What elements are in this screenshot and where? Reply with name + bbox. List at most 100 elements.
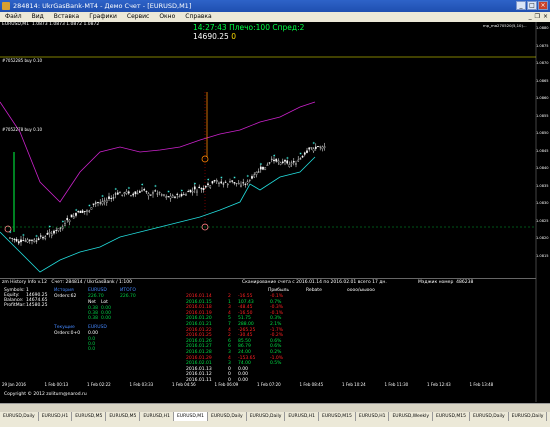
chart-tab[interactable]: EURUSD,M5 bbox=[72, 412, 107, 421]
candle-body bbox=[112, 197, 115, 199]
candle-body bbox=[259, 166, 262, 170]
time-tick: 29 Jan 2016 bbox=[2, 382, 26, 387]
mdi-restore-icon[interactable]: ❐ bbox=[535, 12, 540, 22]
window-title: 284814: UkrGasBank-MT4 - Демо Счет - [EU… bbox=[13, 2, 192, 10]
candle-body bbox=[319, 146, 322, 148]
chart-tab[interactable]: EURUSD,Daily bbox=[0, 412, 39, 421]
daily-row-profit: -30.45 bbox=[238, 333, 253, 339]
candle-body bbox=[158, 191, 161, 193]
current-header: Текущие bbox=[54, 325, 75, 330]
menu-help[interactable]: Справка bbox=[180, 12, 216, 22]
horizontal-scrollbar[interactable] bbox=[0, 403, 550, 412]
chart-tab[interactable]: EURUSD,H1 bbox=[140, 412, 174, 421]
daily-row-date: 2016.01.21 bbox=[186, 322, 212, 327]
chart-tab[interactable]: EURUSD,Daily bbox=[247, 412, 286, 421]
copyright: Copyright © 2012 zoliturn@narod.ru bbox=[4, 392, 87, 397]
chart-tab[interactable]: EURUSD,Daily bbox=[509, 412, 548, 421]
candle-body bbox=[101, 201, 104, 205]
candle-body bbox=[72, 216, 75, 219]
price-axis: 1.0880 1.0875 1.0870 1.0865 1.0860 1.0855 1.08… bbox=[536, 22, 550, 402]
chart-tab[interactable]: EURUSD,M1 bbox=[173, 412, 209, 421]
candle-body bbox=[198, 186, 201, 189]
chart-tab[interactable]: EURUSD,Daily bbox=[208, 412, 247, 421]
candle-body bbox=[191, 191, 194, 193]
chart-tab[interactable]: EURUSD,M15 bbox=[433, 412, 470, 421]
close-button[interactable]: × bbox=[538, 1, 548, 10]
time-tick: 1 Feb 07:20 bbox=[257, 382, 281, 387]
candle-body bbox=[108, 196, 110, 199]
maximize-button[interactable]: □ bbox=[527, 1, 537, 10]
chart-tabs: EURUSD,Daily EURUSD,H1 EURUSD,M5 EURUSD,M5 E… bbox=[0, 412, 550, 421]
candle-body bbox=[66, 218, 69, 221]
chart-tab[interactable]: EURUSD,H1 bbox=[39, 412, 73, 421]
candle-body bbox=[314, 146, 317, 149]
candle-body bbox=[92, 203, 95, 205]
chart-area[interactable]: ✶ ✶ ✶ ✶ ✶ ✶ ✶ ✶ ✶ ✶ ✶ ✶ ✶ ✶ ✶ ✶ ✶ ✶ ✶ ✶ ✶ ✶ ✶ ✶ EURUSD,M1 1.087… bbox=[0, 22, 550, 402]
menu-file[interactable]: Файл bbox=[0, 12, 27, 22]
daily-row-date: 2016.01.20 bbox=[186, 316, 212, 322]
mdi-minimize-icon[interactable]: _ bbox=[529, 12, 532, 22]
daily-row-date: 2016.01.28 bbox=[186, 350, 212, 355]
current-orders: Orders:0+0 bbox=[54, 331, 81, 336]
price-tick: 1.0815 bbox=[536, 253, 549, 258]
candle-body bbox=[213, 180, 216, 182]
fractal-star-icon: ✶ bbox=[75, 208, 78, 213]
fractal-star-icon: ✶ bbox=[88, 203, 91, 208]
daily-row-profit: 24.00 bbox=[238, 350, 251, 355]
candle-body bbox=[132, 193, 135, 196]
candle-body bbox=[297, 159, 300, 162]
daily-row-n: 3 bbox=[228, 350, 231, 355]
daily-row-date: 2016.01.18 bbox=[186, 305, 212, 311]
menu-window[interactable]: Окно bbox=[154, 12, 180, 22]
candle-body bbox=[189, 189, 192, 193]
chart-tab[interactable]: EURUSD,Daily bbox=[470, 412, 509, 421]
chart-tab[interactable]: EURUSD,H1 bbox=[285, 412, 319, 421]
daily-row-date: 2016.01.27 bbox=[186, 344, 212, 350]
price-tick: 1.0845 bbox=[536, 148, 549, 153]
fractal-star-icon: ✶ bbox=[141, 182, 144, 187]
candle-body bbox=[303, 152, 306, 155]
menu-insert[interactable]: Вставка bbox=[49, 12, 84, 22]
candle-body bbox=[86, 210, 88, 212]
candle-body bbox=[317, 146, 319, 148]
candle-body bbox=[59, 227, 62, 229]
net-value: 0.38 bbox=[88, 316, 99, 321]
chart-tab[interactable]: EURUSD,M15 bbox=[319, 412, 356, 421]
candle-body bbox=[270, 158, 273, 160]
title-bar: 284814: UkrGasBank-MT4 - Демо Счет - [EU… bbox=[0, 0, 550, 12]
fractal-star-icon: ✶ bbox=[233, 175, 236, 180]
candle-body bbox=[152, 192, 154, 195]
menu-charts[interactable]: Графики bbox=[84, 12, 122, 22]
candle-body bbox=[154, 190, 157, 192]
candle-body bbox=[218, 182, 220, 184]
fractal-star-icon: ✶ bbox=[286, 155, 289, 160]
history-total: ИТОГО bbox=[120, 288, 136, 293]
candle-body bbox=[279, 162, 282, 165]
daily-row-profit: -153.65 bbox=[238, 355, 256, 361]
chart-tab[interactable]: EURUSD,M5 bbox=[106, 412, 141, 421]
candle-body bbox=[202, 187, 205, 191]
order-line-label-1: #7052285 buy 0.10 bbox=[2, 58, 43, 63]
chart-tab[interactable]: EURUSD,Weekly bbox=[389, 412, 434, 421]
minimize-button[interactable]: _ bbox=[516, 1, 526, 10]
chart-tab[interactable]: EURUSD,H1 bbox=[356, 412, 390, 421]
candle-body bbox=[81, 210, 84, 213]
menu-tools[interactable]: Сервис bbox=[122, 12, 154, 22]
app-icon bbox=[2, 2, 10, 10]
menu-view[interactable]: Вид bbox=[27, 12, 49, 22]
candle-body bbox=[211, 181, 214, 184]
candle-body bbox=[99, 202, 102, 204]
candle-body bbox=[253, 174, 256, 178]
mdi-close-icon[interactable]: × bbox=[543, 12, 548, 22]
history-symbol: EURUSD bbox=[88, 288, 107, 293]
daily-row-profit: -16.55 bbox=[238, 294, 253, 299]
time-tick: 1 Feb 08:45 bbox=[299, 382, 324, 387]
candle-body bbox=[105, 199, 108, 203]
fractal-star-icon: ✶ bbox=[180, 188, 183, 193]
candle-body bbox=[97, 202, 99, 204]
daily-row-pct: -0.2% bbox=[270, 333, 284, 339]
lot-label: Lot bbox=[101, 300, 108, 305]
time-tick: 1 Feb 00:13 bbox=[44, 382, 69, 387]
current-row: 0.0 bbox=[88, 347, 96, 352]
candle-body bbox=[200, 188, 203, 190]
